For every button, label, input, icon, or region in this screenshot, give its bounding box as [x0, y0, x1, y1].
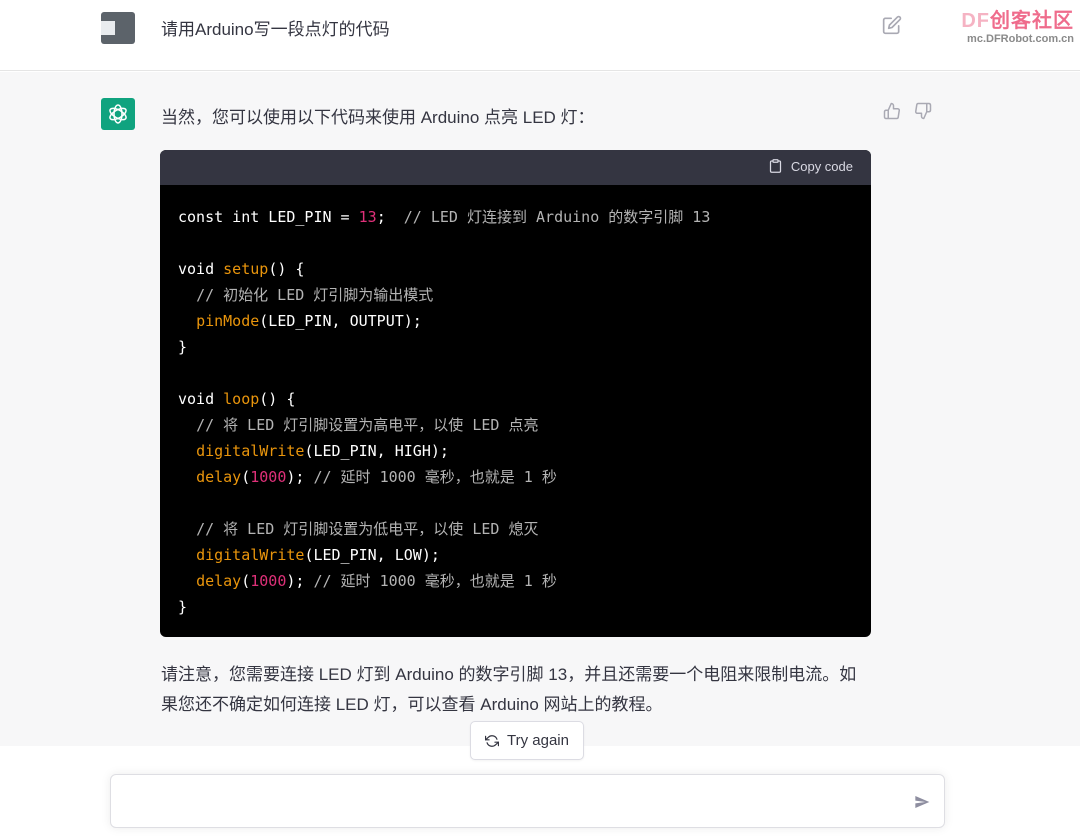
- assistant-note-text: 请注意，您需要连接 LED 灯到 Arduino 的数字引脚 13，并且还需要一…: [161, 665, 857, 714]
- watermark-logo: DF创客社区 mc.DFRobot.com.cn: [961, 4, 1074, 45]
- code-line: delay(1000); // 延时 1000 毫秒，也就是 1 秒: [196, 468, 557, 486]
- code-token: const int LED_PIN =: [178, 208, 359, 226]
- thumb-up-icon[interactable]: [883, 102, 901, 120]
- code-token: (LED_PIN, OUTPUT);: [259, 312, 422, 330]
- try-again-label: Try again: [507, 732, 569, 749]
- code-comment: // 将 LED 灯引脚设置为低电平，以使 LED 熄灭: [196, 520, 539, 538]
- user-message-text: 请用Arduino写一段点灯的代码: [161, 20, 390, 39]
- watermark-url: mc.DFRobot.com.cn: [967, 33, 1074, 45]
- copy-code-label: Copy code: [790, 158, 853, 174]
- openai-logo-icon: [109, 104, 127, 124]
- code-token: () {: [268, 260, 305, 278]
- code-token: (: [241, 572, 251, 590]
- code-line: digitalWrite(LED_PIN, LOW);: [196, 546, 440, 564]
- user-avatar: [101, 12, 135, 44]
- code-token: (LED_PIN, LOW);: [304, 546, 440, 564]
- code-line: pinMode(LED_PIN, OUTPUT);: [196, 312, 422, 330]
- code-function: digitalWrite: [196, 442, 305, 460]
- code-line: void setup() {: [178, 260, 304, 278]
- user-message-row: 请用Arduino写一段点灯的代码 DF创客社区 mc.DFRobot.com.…: [0, 0, 1080, 71]
- code-function: loop: [223, 390, 260, 408]
- code-token: (: [241, 468, 251, 486]
- code-line: digitalWrite(LED_PIN, HIGH);: [196, 442, 449, 460]
- code-comment: // LED 灯连接到 Arduino 的数字引脚 13: [403, 208, 711, 226]
- code-comment: // 初始化 LED 灯引脚为输出模式: [196, 286, 434, 304]
- code-token: }: [178, 598, 188, 616]
- code-function: pinMode: [196, 312, 260, 330]
- assistant-message-row: 当然，您可以使用以下代码来使用 Arduino 点亮 LED 灯： Copy c…: [0, 72, 1080, 746]
- code-function: delay: [196, 468, 242, 486]
- code-number: 1000: [250, 468, 287, 486]
- thumb-down-icon[interactable]: [914, 102, 932, 120]
- code-block-header: Copy code: [160, 150, 871, 185]
- code-function: digitalWrite: [196, 546, 305, 564]
- message-input[interactable]: [127, 789, 907, 815]
- code-function: delay: [196, 572, 242, 590]
- code-token: );: [286, 572, 314, 590]
- code-token: () {: [259, 390, 296, 408]
- code-line: const int LED_PIN = 13; // LED 灯连接到 Ardu…: [178, 208, 710, 226]
- send-icon[interactable]: [914, 794, 930, 810]
- code-token: void: [178, 390, 224, 408]
- code-function: setup: [223, 260, 269, 278]
- code-content: const int LED_PIN = 13; // LED 灯连接到 Ardu…: [160, 185, 871, 620]
- code-token: }: [178, 338, 188, 356]
- try-again-button[interactable]: Try again: [470, 721, 584, 760]
- code-number: 1000: [250, 572, 287, 590]
- assistant-avatar: [101, 98, 135, 130]
- edit-icon[interactable]: [882, 15, 902, 35]
- refresh-icon: [485, 734, 499, 747]
- copy-code-button[interactable]: Copy code: [768, 158, 853, 174]
- code-line: void loop() {: [178, 390, 295, 408]
- code-token: );: [286, 468, 314, 486]
- code-token: (LED_PIN, HIGH);: [304, 442, 449, 460]
- code-comment: // 将 LED 灯引脚设置为高电平，以使 LED 点亮: [196, 416, 539, 434]
- watermark-brand-prefix: DF: [961, 10, 990, 32]
- code-token: void: [178, 260, 224, 278]
- code-comment: // 延时 1000 毫秒，也就是 1 秒: [313, 572, 557, 590]
- message-composer: [110, 774, 945, 828]
- code-token: ;: [376, 208, 404, 226]
- code-number: 13: [358, 208, 377, 226]
- code-comment: // 延时 1000 毫秒，也就是 1 秒: [313, 468, 557, 486]
- code-block: Copy code const int LED_PIN = 13; // LED…: [160, 150, 871, 637]
- clipboard-icon: [769, 159, 781, 173]
- watermark-brand-text: 创客社区: [990, 10, 1074, 32]
- code-line: delay(1000); // 延时 1000 毫秒，也就是 1 秒: [196, 572, 557, 590]
- assistant-intro-text: 当然，您可以使用以下代码来使用 Arduino 点亮 LED 灯：: [161, 108, 595, 127]
